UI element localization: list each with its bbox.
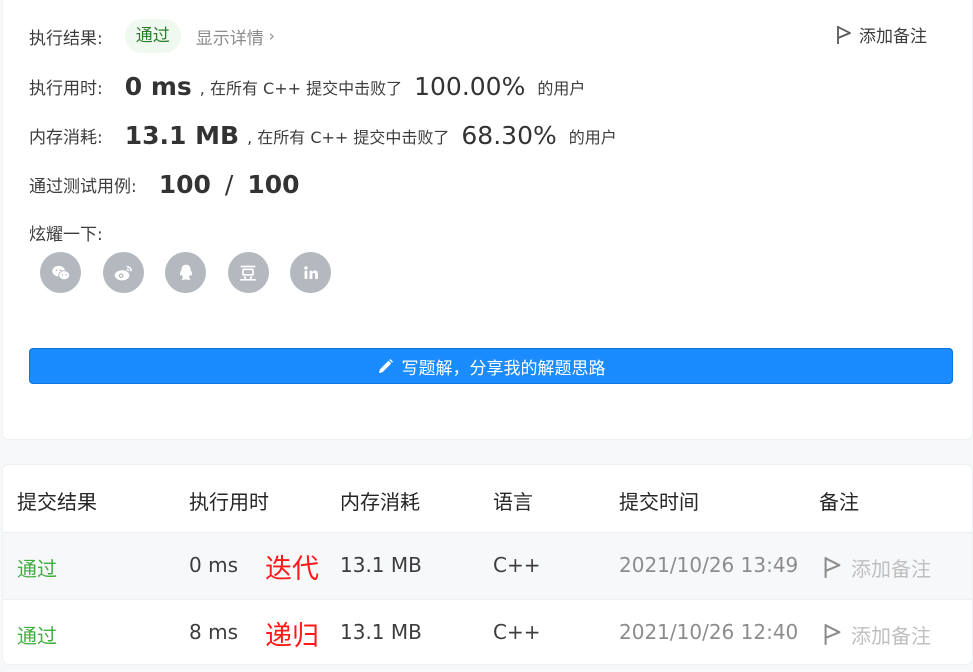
status-badge: 通过 xyxy=(124,19,181,53)
row-submit-time: 2021/10/26 13:49 xyxy=(619,553,799,577)
row-submit-time: 2021/10/26 12:40 xyxy=(619,620,799,644)
memory-label: 内存消耗: xyxy=(29,128,103,148)
result-label: 执行结果: xyxy=(29,28,103,49)
testcases-separator: / xyxy=(224,170,234,199)
memory-suffix: 的用户 xyxy=(568,127,617,147)
share-label: 炫耀一下: xyxy=(29,225,103,245)
row-memory: 13.1 MB xyxy=(340,553,422,577)
wechat-icon[interactable] xyxy=(40,252,81,293)
row-add-note-button[interactable]: 添加备注 xyxy=(823,620,931,649)
weibo-icon[interactable] xyxy=(102,252,144,293)
testcases-row: 通过测试用例: 100 / 100 xyxy=(29,170,300,199)
row-add-note-button[interactable]: 添加备注 xyxy=(823,553,931,582)
share-buttons xyxy=(40,252,353,293)
runtime-beat-text: , 在所有 C++ 提交中击败了 xyxy=(199,78,403,98)
row-add-note-label: 添加备注 xyxy=(851,557,931,581)
show-details-link[interactable]: 显示详情 › xyxy=(196,24,275,49)
table-row[interactable]: 通过 0 ms 迭代 13.1 MB C++ 2021/10/26 13:49 … xyxy=(3,532,972,599)
runtime-value: 0 ms xyxy=(124,72,192,101)
write-solution-button[interactable]: 写题解，分享我的解题思路 xyxy=(29,348,953,384)
runtime-label: 执行用时: xyxy=(29,79,103,99)
row-runtime: 0 ms xyxy=(189,553,238,577)
row-annotation: 递归 xyxy=(265,621,319,652)
row-add-note-label: 添加备注 xyxy=(851,624,931,648)
header-language: 语言 xyxy=(493,490,533,514)
show-details-label: 显示详情 xyxy=(195,28,264,49)
submissions-table: 提交结果 执行用时 内存消耗 语言 提交时间 备注 通过 0 ms 迭代 13.… xyxy=(2,464,973,665)
header-runtime: 执行用时 xyxy=(189,490,269,514)
row-language: C++ xyxy=(493,620,541,644)
memory-percent: 68.30% xyxy=(461,121,557,150)
memory-value: 13.1 MB xyxy=(124,121,240,150)
flag-icon xyxy=(837,25,851,44)
testcases-label: 通过测试用例: xyxy=(29,177,137,197)
runtime-row: 执行用时: 0 ms , 在所有 C++ 提交中击败了 100.00% 的用户 xyxy=(29,72,585,101)
write-solution-label: 写题解，分享我的解题思路 xyxy=(401,358,606,379)
row-memory: 13.1 MB xyxy=(340,620,422,644)
pencil-icon xyxy=(378,358,393,373)
result-row: 执行结果: 通过 显示详情 › xyxy=(29,19,275,53)
memory-beat-text: , 在所有 C++ 提交中击败了 xyxy=(247,127,450,147)
runtime-percent: 100.00% xyxy=(414,72,526,101)
share-label-row: 炫耀一下: xyxy=(29,220,103,245)
add-note-button[interactable]: 添加备注 xyxy=(836,22,927,47)
header-notes: 备注 xyxy=(819,490,859,514)
row-annotation: 迭代 xyxy=(265,554,319,585)
douban-icon[interactable] xyxy=(227,252,269,293)
header-memory: 内存消耗 xyxy=(340,490,420,514)
header-status: 提交结果 xyxy=(17,490,97,514)
table-header: 提交结果 执行用时 内存消耗 语言 提交时间 备注 xyxy=(3,465,972,532)
row-status[interactable]: 通过 xyxy=(17,553,57,582)
memory-row: 内存消耗: 13.1 MB , 在所有 C++ 提交中击败了 68.30% 的用… xyxy=(29,121,617,150)
header-submit-time: 提交时间 xyxy=(619,490,699,514)
flag-icon xyxy=(824,557,841,578)
row-runtime: 8 ms xyxy=(189,620,238,644)
flag-icon xyxy=(824,624,841,645)
linkedin-icon[interactable] xyxy=(290,252,331,293)
row-status[interactable]: 通过 xyxy=(17,620,57,649)
table-row[interactable]: 通过 8 ms 递归 13.1 MB C++ 2021/10/26 12:40 … xyxy=(3,599,972,664)
submission-result-card: 执行结果: 通过 显示详情 › 添加备注 执行用时: 0 ms , 在所有 C+… xyxy=(2,0,973,440)
runtime-suffix: 的用户 xyxy=(537,78,586,98)
testcases-total: 100 xyxy=(247,170,300,199)
row-language: C++ xyxy=(493,553,541,577)
add-note-label: 添加备注 xyxy=(859,27,927,47)
chevron-right-icon: › xyxy=(268,27,275,45)
testcases-passed: 100 xyxy=(158,170,211,199)
qq-icon[interactable] xyxy=(165,252,206,293)
